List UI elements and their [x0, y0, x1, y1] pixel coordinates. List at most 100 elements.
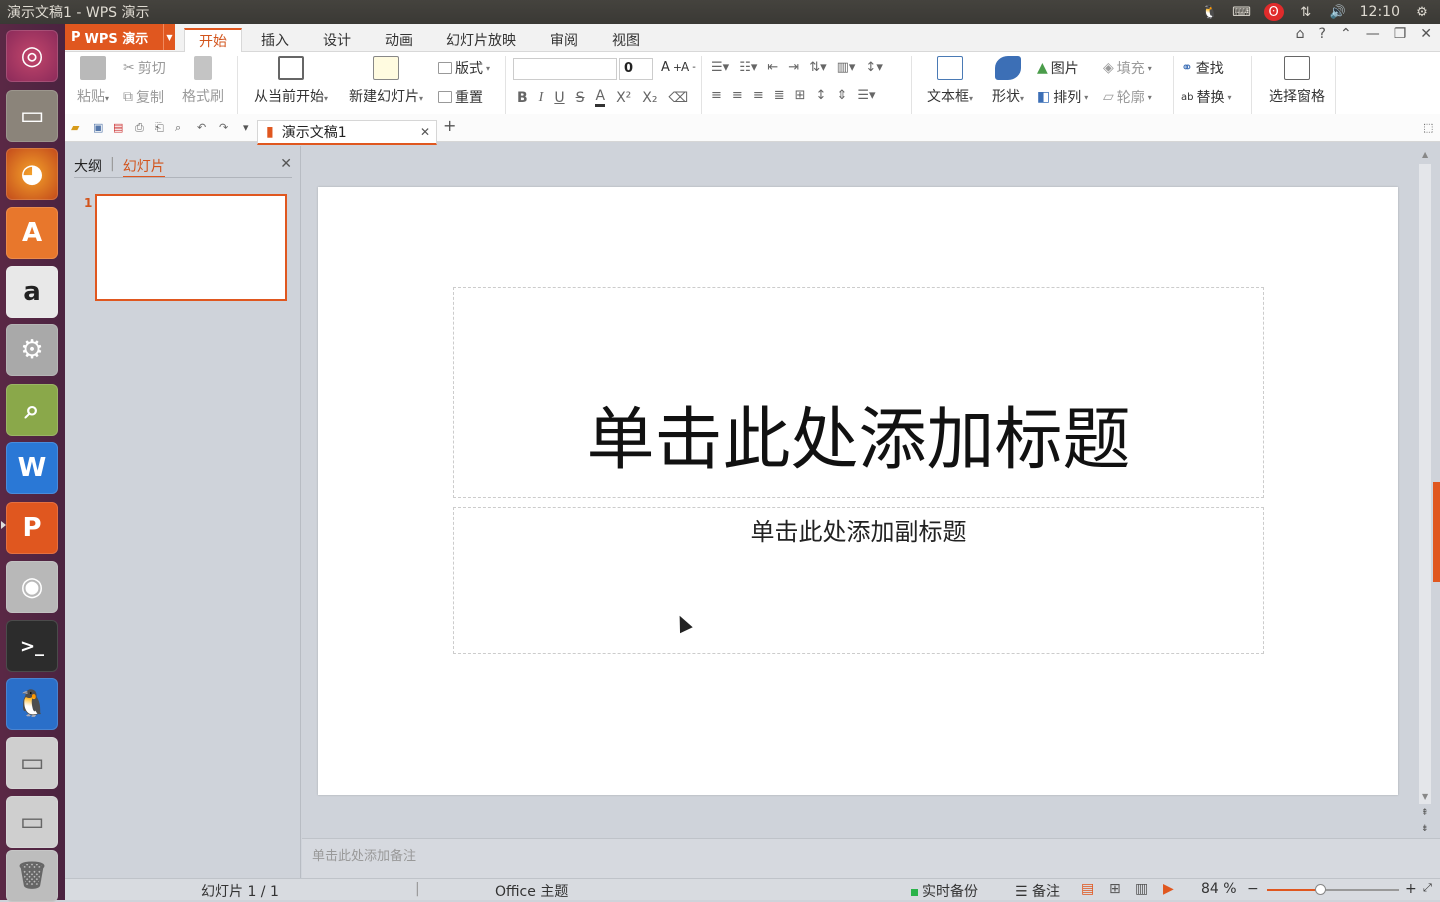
subscript-icon[interactable]: X₂ [642, 90, 657, 106]
tab-slideshow[interactable]: 幻灯片放映 [438, 28, 524, 52]
notes-toggle[interactable]: ☰ 备注 [1015, 881, 1060, 901]
tab-view[interactable]: 视图 [601, 28, 651, 52]
copy-button[interactable]: ⧉ 复制 [123, 87, 164, 107]
textbox-button[interactable]: 文本框▾ [921, 56, 979, 106]
wps-presentation-icon[interactable]: P [6, 502, 58, 554]
help-icon[interactable]: ? [1319, 26, 1326, 42]
increase-indent-icon[interactable]: ⇥ [788, 60, 799, 75]
clear-format-icon[interactable]: ⌫ [668, 90, 688, 106]
zoom-level[interactable]: 84 % [1201, 881, 1237, 897]
ribbon-expand-icon[interactable]: ⬚ [1423, 122, 1435, 134]
zoom-out-icon[interactable]: − [1247, 881, 1259, 897]
side-panel-handle[interactable] [1433, 482, 1440, 582]
next-slide-icon[interactable]: ⇟ [1421, 824, 1429, 834]
picture-button[interactable]: ▲ 图片 [1037, 58, 1079, 78]
weibo-icon[interactable]: ʘ [1263, 3, 1284, 21]
tab-animation[interactable]: 动画 [374, 28, 424, 52]
settings-gear-icon[interactable]: ⚙ [1412, 3, 1432, 21]
slide-sorter-icon[interactable]: ⊞ [1109, 881, 1121, 897]
play-from-current-button[interactable]: 从当前开始▾ [247, 56, 335, 106]
scroll-down-icon[interactable]: ▼ [1422, 792, 1428, 801]
firefox-icon[interactable]: ◕ [6, 148, 58, 200]
columns-icon[interactable]: ▥▾ [837, 60, 856, 75]
system-settings-icon[interactable]: ⚙ [6, 324, 58, 376]
shrink-font-button[interactable]: A- [681, 60, 696, 74]
paragraph-spacing-icon[interactable]: ⇕ [836, 88, 847, 103]
close-button[interactable]: ✕ [1420, 26, 1432, 42]
save-icon[interactable]: ▣ [93, 122, 105, 134]
bold-icon[interactable]: B [517, 90, 528, 106]
line-spacing-icon[interactable]: ↕ [816, 88, 827, 103]
wps-writer-icon[interactable]: W [6, 442, 58, 494]
redo-icon[interactable]: ↷ [219, 122, 231, 134]
volume-icon[interactable]: 🔊 [1328, 3, 1348, 21]
slideshow-icon[interactable]: ▶ [1163, 881, 1174, 897]
new-tab-plus-icon[interactable]: + [443, 118, 456, 134]
reading-view-icon[interactable]: ▥ [1135, 881, 1148, 897]
paste-button[interactable]: 粘贴▾ [73, 56, 113, 106]
italic-icon[interactable]: I [539, 90, 544, 106]
backup-status[interactable]: 实时备份 [911, 881, 978, 901]
camera-icon[interactable]: ◉ [6, 561, 58, 613]
grow-font-button[interactable]: A + [661, 60, 682, 75]
find-button[interactable]: ⚭ 查找 [1181, 58, 1224, 78]
open-icon[interactable]: ▰ [71, 122, 83, 134]
drive-icon[interactable]: ▭ [6, 796, 58, 848]
slide-thumbnail[interactable] [95, 194, 287, 301]
print-preview-icon[interactable]: ⎗ [155, 122, 167, 134]
cut-button[interactable]: ✂ 剪切 [123, 58, 166, 78]
software-center-icon[interactable]: A [6, 207, 58, 259]
align-right-icon[interactable]: ≡ [753, 88, 764, 103]
scroll-up-icon[interactable]: ▲ [1422, 150, 1428, 159]
underline-icon[interactable]: U [554, 90, 564, 106]
bullets-icon[interactable]: ☰▾ [711, 60, 729, 75]
wps-menu-button[interactable]: P WPS 演示 ▼ [65, 24, 175, 50]
skin-icon[interactable]: ⌂ [1296, 26, 1305, 42]
undo-icon[interactable]: ↶ [197, 122, 209, 134]
format-painter-button[interactable]: 格式刷 [179, 56, 227, 106]
qq-icon[interactable]: 🐧 [6, 678, 58, 730]
numbering-icon[interactable]: ☷▾ [739, 60, 757, 75]
new-slide-button[interactable]: 新建幻灯片▾ [341, 56, 431, 106]
prev-slide-icon[interactable]: ⇞ [1421, 808, 1429, 818]
tab-design[interactable]: 设计 [312, 28, 362, 52]
font-size-select[interactable]: 0 [619, 58, 653, 80]
trash-icon[interactable]: 🗑 [6, 850, 58, 902]
arrange-button[interactable]: ◧ 排列 ▾ [1037, 87, 1088, 107]
zoom-slider[interactable] [1267, 884, 1399, 895]
chevron-down-icon[interactable]: ▼ [163, 24, 175, 50]
distribute-icon[interactable]: ⊞ [795, 88, 806, 103]
drive-icon[interactable]: ▭ [6, 737, 58, 789]
notes-pane[interactable]: 单击此处添加备注 [302, 838, 1440, 878]
title-placeholder[interactable]: 单击此处添加标题 [453, 287, 1264, 498]
document-tab[interactable]: ▮ 演示文稿1 ✕ [257, 120, 437, 145]
keyboard-icon[interactable]: ⌨ [1232, 3, 1252, 21]
export-pdf-icon[interactable]: ▤ [113, 122, 125, 134]
font-family-select[interactable] [513, 58, 617, 80]
ubuntu-dash-icon[interactable]: ◎ [6, 30, 58, 82]
minimize-button[interactable]: — [1366, 26, 1380, 42]
text-direction-icon[interactable]: ⇅▾ [809, 60, 826, 75]
tab-review[interactable]: 审阅 [539, 28, 589, 52]
slide[interactable]: 单击此处添加标题 单击此处添加副标题 [318, 187, 1398, 795]
shape-button[interactable]: 形状▾ [985, 56, 1031, 106]
selection-pane-button[interactable]: 选择窗格 [1259, 56, 1335, 106]
layout-button[interactable]: 版式 ▾ [438, 58, 490, 78]
qq-tray-icon[interactable]: 🐧 [1200, 3, 1220, 21]
tab-slides[interactable]: 幻灯片 [122, 156, 165, 178]
reset-button[interactable]: 重置 [438, 87, 483, 107]
fill-button[interactable]: ◈ 填充 ▾ [1103, 58, 1152, 78]
tab-outline[interactable]: 大纲 [74, 156, 102, 178]
justify-icon[interactable]: ≣ [774, 88, 785, 103]
align-center-icon[interactable]: ≡ [732, 88, 743, 103]
font-color-icon[interactable]: A [595, 88, 606, 107]
image-viewer-icon[interactable]: ⌕ [6, 384, 58, 436]
restore-button[interactable]: ❐ [1394, 26, 1407, 42]
tab-insert[interactable]: 插入 [250, 28, 300, 52]
clock[interactable]: 12:10 [1360, 4, 1400, 20]
fit-window-icon[interactable]: ⤢ [1423, 881, 1432, 895]
vertical-scrollbar[interactable]: ▲ ▼ ⇞ ⇟ [1412, 146, 1440, 838]
amazon-icon[interactable]: a [6, 266, 58, 318]
zoom-in-icon[interactable]: + [1405, 881, 1417, 897]
sort-icon[interactable]: ↕▾ [865, 60, 882, 75]
